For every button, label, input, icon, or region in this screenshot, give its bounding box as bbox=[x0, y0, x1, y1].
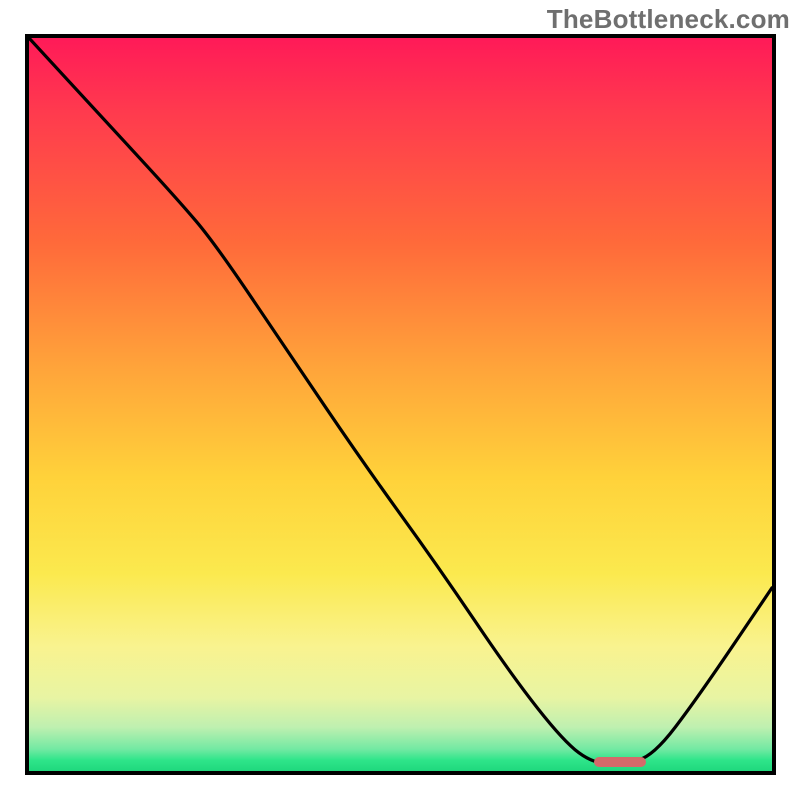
plot-frame bbox=[25, 34, 776, 775]
curve-svg bbox=[29, 38, 772, 771]
bottleneck-curve-path bbox=[29, 38, 772, 764]
watermark-text: TheBottleneck.com bbox=[547, 4, 790, 35]
plot-area bbox=[29, 38, 772, 771]
bottleneck-chart: TheBottleneck.com bbox=[0, 0, 800, 800]
optimal-marker bbox=[594, 757, 646, 767]
